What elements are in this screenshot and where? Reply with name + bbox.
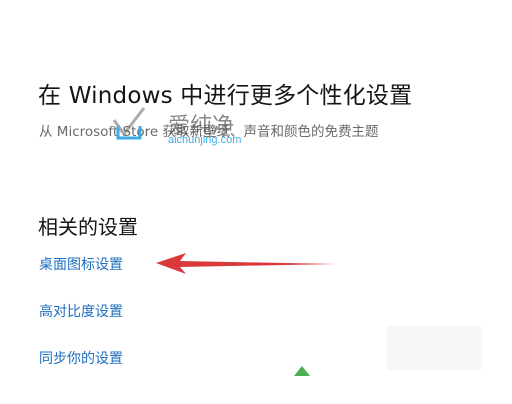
sync-settings-link[interactable]: 同步你的设置 [39,348,123,368]
aichunjing-logo-icon [112,107,146,140]
red-arrow-icon [156,253,336,274]
green-triangle-icon [294,366,310,376]
high-contrast-settings-link[interactable]: 高对比度设置 [39,301,123,321]
blurred-region [386,326,482,370]
desktop-icon-settings-link[interactable]: 桌面图标设置 [39,254,123,274]
related-settings-title: 相关的设置 [38,215,138,239]
settings-panel: 在 Windows 中进行更多个性化设置 从 Microsoft Store 获… [8,0,502,372]
bottom-strip [0,372,512,404]
personalize-heading: 在 Windows 中进行更多个性化设置 [38,83,413,109]
watermark-url: aichunjing.com [168,134,242,146]
watermark: 爱纯净 aichunjing.com [110,106,280,154]
